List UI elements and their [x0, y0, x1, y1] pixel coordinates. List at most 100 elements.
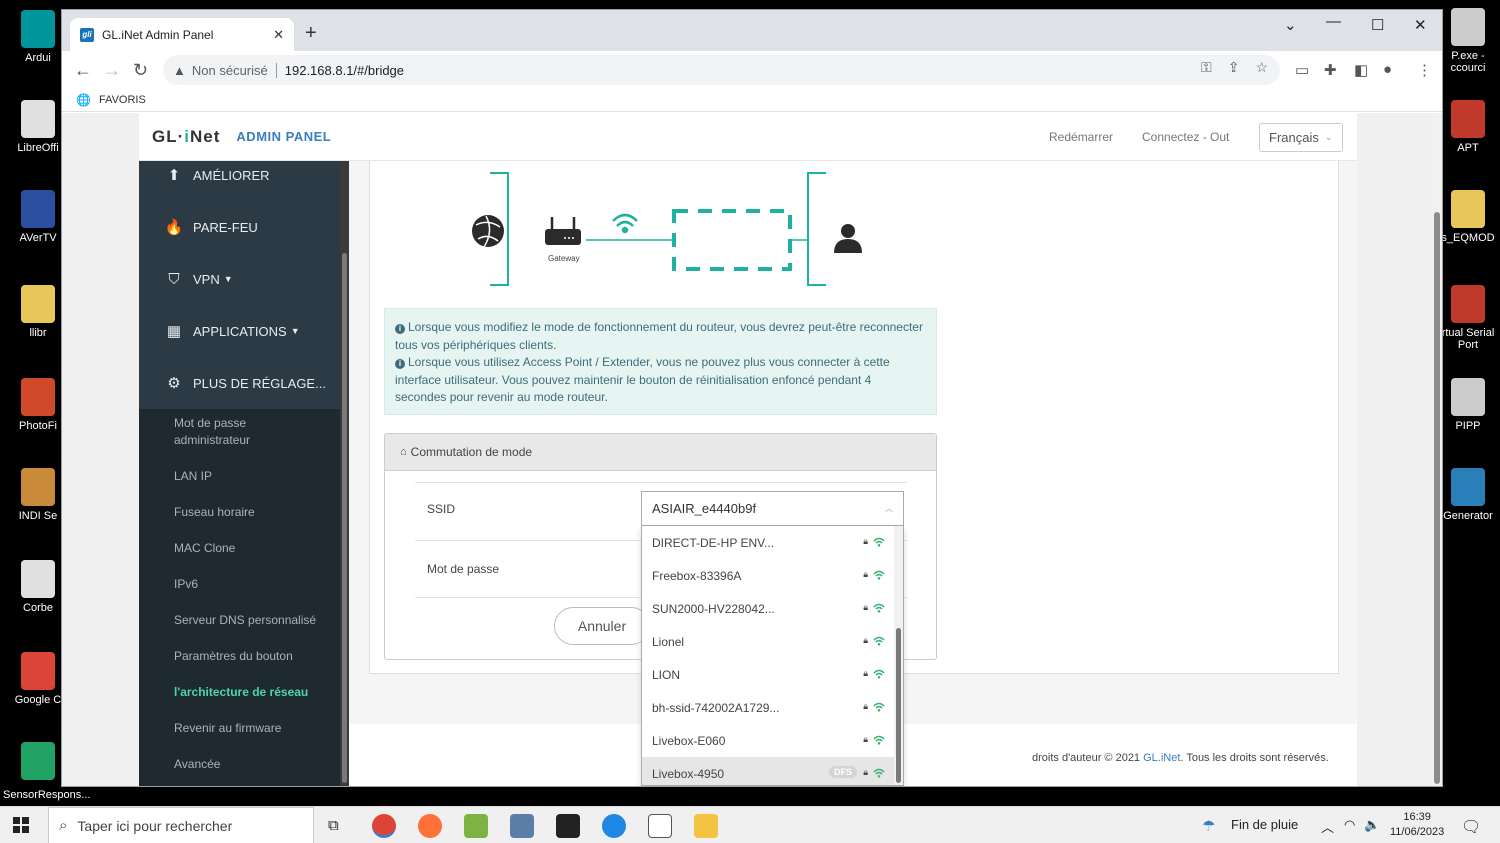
submenu-item[interactable]: Serveur DNS personnalisé	[139, 612, 340, 629]
back-icon[interactable]: ←	[74, 60, 92, 81]
ssid-option[interactable]: Lionel 🔒︎	[642, 625, 903, 658]
submenu-item[interactable]: LAN IP	[139, 468, 340, 485]
firefox-taskbar-icon[interactable]	[418, 814, 442, 838]
app-icon	[21, 652, 55, 690]
close-tab-icon[interactable]: ✕	[273, 27, 284, 43]
ssid-option[interactable]: Livebox-E060 🔒︎	[642, 724, 903, 757]
clock-date: 11/06/2023	[1390, 826, 1445, 838]
ssid-dropdown: DIRECT-DE-HP ENV... 🔒︎ Freebox-83396A 🔒︎ SUN…	[641, 526, 904, 786]
footer-brand-link[interactable]: GL.iNet	[1143, 752, 1180, 764]
volume-icon[interactable]: 🔈	[1364, 817, 1380, 833]
spreadsheet-icon	[21, 742, 55, 780]
reboot-link[interactable]: Redémarrer	[1049, 130, 1113, 144]
sidebar-sections: ⬆ AMÉLIORER 🔥 PARE-FEU ⛉ VPN ▼ ▦ APPLICATIONS ▼ ⚙ P…	[139, 149, 340, 409]
wifi-signal-icon	[873, 735, 885, 745]
lock-icon: 🔒︎	[863, 734, 868, 744]
app-icon	[1451, 468, 1485, 506]
reload-icon[interactable]: ↻	[133, 60, 148, 81]
close-window-icon[interactable]: ✕	[1414, 16, 1427, 34]
weather-text[interactable]: Fin de pluie	[1231, 817, 1298, 832]
task-view-icon[interactable]: ⧉	[328, 817, 339, 834]
apps-icon: ▦	[166, 323, 182, 340]
submenu-item[interactable]: IPv6	[139, 576, 340, 593]
tab-gl-inet[interactable]: gli GL.iNet Admin Panel ✕	[70, 18, 294, 51]
key-icon[interactable]: ⚿	[1201, 59, 1212, 76]
gl-inet-logo[interactable]: GL·iNet	[152, 127, 220, 147]
submenu-item[interactable]: Paramètres du bouton	[139, 648, 340, 665]
omnibox[interactable]: ▲ Non sécurisé 192.168.8.1/#/bridge ⚿ ⇪ …	[163, 55, 1280, 85]
side-panel-icon[interactable]: ◧	[1354, 61, 1368, 79]
page-scrollbar[interactable]	[1432, 113, 1442, 786]
ssid-select-value: ASIAIR_e4440b9f	[652, 501, 757, 516]
maximize-icon[interactable]: ☐	[1371, 16, 1384, 34]
network-diagram: Gateway	[472, 172, 862, 286]
sidebar-section-4[interactable]: ▦ APPLICATIONS ▼	[139, 305, 340, 357]
submenu-item[interactable]: Avancée	[139, 756, 340, 773]
footer-suffix: . Tous les droits sont réservés.	[1180, 752, 1329, 764]
submenu-item[interactable]: Mot de passe administrateur	[139, 415, 259, 449]
ssid-option[interactable]: SUN2000-HV228042... 🔒︎	[642, 592, 903, 625]
menu-icon[interactable]: ⋮	[1417, 61, 1432, 79]
tray-chevron-icon[interactable]: ︿	[1321, 817, 1334, 836]
app-icon	[21, 378, 55, 416]
tab-search-icon[interactable]: ⌄	[1284, 16, 1297, 34]
sidebar-scrollbar[interactable]	[340, 161, 349, 786]
calculator-taskbar-icon[interactable]	[510, 814, 534, 838]
ssid-option[interactable]: Freebox-83396A 🔒︎	[642, 559, 903, 592]
new-tab-icon[interactable]: +	[305, 22, 317, 45]
bookmark-favoris[interactable]: FAVORIS	[99, 94, 146, 106]
profile-icon[interactable]: ●	[1383, 61, 1392, 78]
ssid-option-label: Livebox-E060	[652, 733, 726, 748]
edge-taskbar-icon[interactable]	[602, 814, 626, 838]
share-icon[interactable]: ⇪	[1228, 59, 1240, 76]
network-icon[interactable]: ◠	[1344, 817, 1355, 833]
wifi-signal-icon	[873, 603, 885, 613]
admin-page: GL·iNet ADMIN PANEL Redémarrer Connectez…	[139, 113, 1357, 786]
sidebar-section-3[interactable]: ⛉ VPN ▼	[139, 253, 340, 305]
insecure-label: Non sécurisé	[192, 62, 277, 78]
terminal-taskbar-icon[interactable]	[556, 814, 580, 838]
app-icon	[21, 10, 55, 48]
upgrade-icon: ⬆	[167, 167, 181, 184]
ssid-option[interactable]: LION 🔒︎	[642, 658, 903, 691]
notifications-icon[interactable]: 🗨	[1461, 817, 1481, 837]
sidebar-section-2[interactable]: 🔥 PARE-FEU	[139, 201, 340, 253]
logout-link[interactable]: Connectez - Out	[1142, 130, 1229, 144]
ssid-option[interactable]: DIRECT-DE-HP ENV... 🔒︎	[642, 526, 903, 559]
ssid-option[interactable]: bh-ssid-742002A1729... 🔒︎	[642, 691, 903, 724]
document-taskbar-icon[interactable]	[648, 814, 672, 838]
sidebar-section-1[interactable]: ⬆ AMÉLIORER	[139, 149, 340, 201]
cast-icon[interactable]: ▭	[1295, 61, 1309, 79]
taskbar-search[interactable]: ⌕ Taper ici pour rechercher	[48, 807, 314, 843]
taskbar-clock[interactable]: 16:39 11/06/2023	[1390, 810, 1444, 840]
star-icon[interactable]: ☆	[1255, 59, 1268, 76]
forward-icon[interactable]: →	[103, 60, 121, 81]
ssid-option[interactable]: Livebox-4950 DFS 🔒︎	[642, 757, 903, 785]
weather-icon[interactable]: ☂	[1202, 817, 1215, 835]
cancel-button[interactable]: Annuler	[554, 607, 650, 645]
submenu-item[interactable]: Revenir au firmware	[139, 720, 340, 737]
clock-time: 16:39	[1403, 811, 1431, 823]
sidebar-section-5[interactable]: ⚙ PLUS DE RÉGLAGE...	[139, 357, 340, 409]
submenu-item[interactable]: l'architecture de réseau	[139, 684, 340, 701]
password-label: Mot de passe	[427, 562, 500, 576]
windows-start-icon[interactable]	[13, 817, 30, 834]
bridge-panel: Gateway i Lorsque vous modifiez le mode …	[369, 161, 1339, 786]
notepad-taskbar-icon[interactable]	[464, 814, 488, 838]
app-icon	[1451, 285, 1485, 323]
chrome-taskbar-icon[interactable]	[372, 814, 396, 838]
extensions-icon[interactable]: ✚	[1324, 61, 1337, 79]
lock-icon: 🔒︎	[863, 536, 868, 546]
ssid-select[interactable]: ASIAIR_e4440b9f ︿	[641, 491, 904, 526]
language-select[interactable]: Français ⌄	[1259, 123, 1343, 152]
dropdown-scrollbar[interactable]	[894, 526, 903, 785]
submenu-item[interactable]: Fuseau horaire	[139, 504, 340, 521]
wifi-signal-icon	[873, 768, 885, 778]
submenu-item[interactable]: MAC Clone	[139, 540, 340, 557]
caret-down-icon: ▼	[290, 326, 300, 336]
warning-icon: ▲	[173, 62, 186, 78]
info-alert: i Lorsque vous modifiez le mode de foncti…	[384, 308, 937, 415]
minimize-icon[interactable]: —	[1326, 13, 1341, 30]
lock-icon: 🔒︎	[863, 668, 868, 678]
file-explorer-taskbar-icon[interactable]	[694, 814, 718, 838]
